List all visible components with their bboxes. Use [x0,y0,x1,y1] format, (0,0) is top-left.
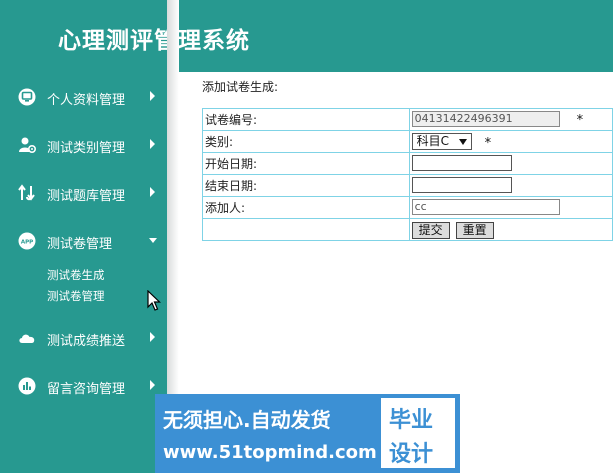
sidebar-item-message-consult[interactable]: 留言咨询管理 [0,371,167,401]
form-value-cell [408,152,613,175]
paper-form-table: 试卷编号: 04131422496391 * 类别: 科目C * 开始日期: 结… [202,108,613,241]
required-mark: * [576,113,584,128]
form-row-end-date: 结束日期: [202,174,613,197]
chevron-right-icon [150,187,155,197]
form-empty-cell [202,218,410,241]
start-date-input[interactable] [411,155,512,171]
sidebar-item-test-category[interactable]: 测试类别管理 [0,130,167,160]
form-value-cell: 科目C * [408,130,613,153]
form-label: 结束日期: [202,174,410,197]
sidebar-item-label: 测试成绩推送 [47,334,126,349]
form-value-cell: 04131422496391 * [408,108,613,131]
required-mark: * [484,136,492,151]
watermark-logo-line1: 毕业 [389,408,434,433]
sidebar-item-label: 测试类别管理 [47,141,126,156]
paper-number-input[interactable]: 04131422496391 [411,111,560,127]
form-label: 添加人: [202,196,410,219]
form-row-category: 类别: 科目C * [202,130,613,153]
sidebar-item-score-push[interactable]: 测试成绩推送 [0,323,167,353]
page-heading: 添加试卷生成: [202,80,279,94]
watermark-logo-box: 毕业 设计 [381,398,455,468]
form-row-actions: 提交 重置 [202,218,613,241]
sidebar: 个人资料管理 测试类别管理 测试题库管理 APP 测试卷管理 测试卷生成 测试卷… [0,72,167,473]
sidebar-item-label: 个人资料管理 [47,93,126,108]
app-icon: APP [18,232,36,250]
end-date-input[interactable] [411,177,512,193]
watermark-logo-line2: 设计 [389,442,434,467]
category-select[interactable]: 科目C [411,133,472,150]
sidebar-subitem-generate-paper[interactable]: 测试卷生成 [47,267,105,283]
monitor-icon [18,88,36,106]
app-title: 心理测评管理系统 [58,28,250,54]
watermark-slogan: 无须担心.自动发货 [163,408,331,432]
bar-chart-icon [18,377,36,395]
sidebar-item-label: 测试卷管理 [47,237,113,252]
form-label: 类别: [202,130,410,153]
form-actions-cell: 提交 重置 [408,218,613,241]
mouse-cursor-icon [147,290,161,311]
swap-arrows-icon [18,184,35,201]
added-by-input[interactable]: cc [411,199,560,215]
sidebar-item-label: 留言咨询管理 [47,382,126,397]
sidebar-item-question-bank[interactable]: 测试题库管理 [0,178,167,208]
sidebar-item-label: 测试题库管理 [47,189,126,204]
user-gear-icon [19,137,36,153]
form-row-paper-number: 试卷编号: 04131422496391 * [202,108,613,131]
watermark-url: www.51topmind.com [163,442,377,463]
sidebar-item-profile[interactable]: 个人资料管理 [0,82,167,112]
form-row-added-by: 添加人: cc [202,196,613,219]
reset-button[interactable]: 重置 [455,222,494,239]
app-header: 心理测评管理系统 [0,0,613,72]
form-value-cell: cc [408,196,613,219]
dropdown-arrow-icon [458,139,467,145]
form-value-cell [408,174,613,197]
submit-button[interactable]: 提交 [411,222,450,239]
sidebar-subitem-manage-paper[interactable]: 测试卷管理 [47,288,105,304]
form-label: 试卷编号: [202,108,410,131]
sidebar-item-test-paper[interactable]: APP 测试卷管理 [0,226,167,256]
cloud-icon [19,334,35,343]
form-label: 开始日期: [202,152,410,175]
chevron-right-icon [150,380,155,390]
chevron-down-icon [149,238,157,243]
category-selected-value: 科目C [416,134,449,148]
watermark-banner: 无须担心.自动发货 www.51topmind.com 毕业 设计 [155,394,460,473]
app-icon-text: APP [21,239,33,245]
chevron-right-icon [150,91,155,101]
chevron-right-icon [150,139,155,149]
form-row-start-date: 开始日期: [202,152,613,175]
chevron-right-icon [150,332,155,342]
